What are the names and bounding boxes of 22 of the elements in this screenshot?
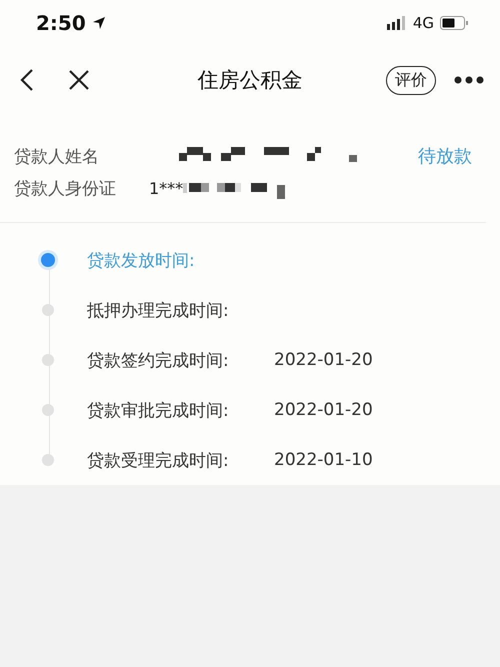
step-label: 抵押办理完成时间: xyxy=(87,300,230,322)
field-value: 1*** xyxy=(149,178,184,198)
network-label: 4G xyxy=(412,14,434,32)
step-label: 贷款发放时间: xyxy=(87,250,196,272)
more-icon[interactable] xyxy=(454,76,484,84)
step-label: 贷款受理完成时间: xyxy=(87,450,230,472)
rate-button[interactable]: 评价 xyxy=(386,66,436,94)
back-icon[interactable] xyxy=(20,69,34,91)
field-label: 贷款人身份证 xyxy=(14,178,117,200)
location-arrow-icon xyxy=(92,16,106,30)
step-date: 2022-01-10 xyxy=(274,450,373,470)
step-label: 贷款审批完成时间: xyxy=(87,400,230,422)
step-date: 2022-01-20 xyxy=(274,350,373,370)
battery-icon xyxy=(440,16,468,30)
field-label: 贷款人姓名 xyxy=(14,146,100,168)
step-date: 2022-01-20 xyxy=(274,400,373,420)
close-icon[interactable] xyxy=(68,69,90,91)
page-title: 住房公积金 xyxy=(198,67,302,94)
signal-icon xyxy=(386,16,407,30)
loan-status: 待放款 xyxy=(418,145,472,169)
step-label: 贷款签约完成时间: xyxy=(87,350,230,372)
status-time: 2:50 xyxy=(36,11,86,35)
